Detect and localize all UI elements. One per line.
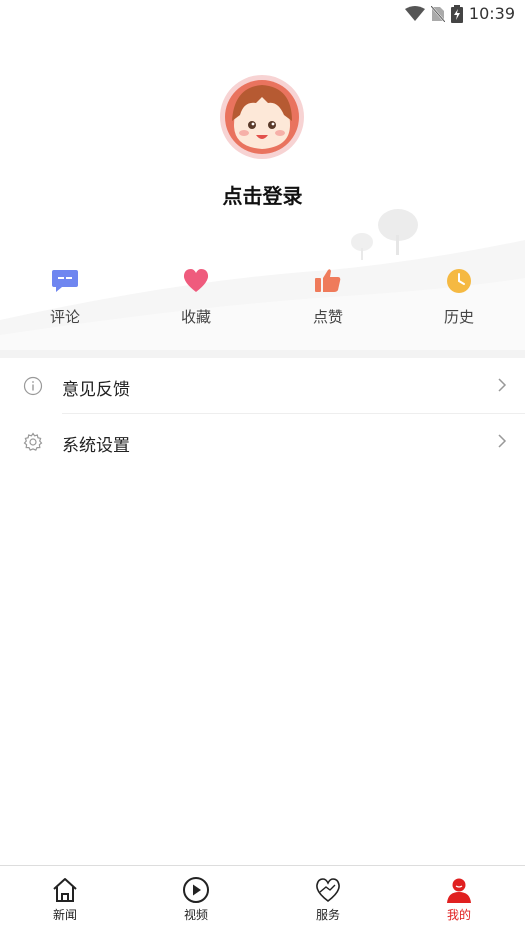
comment-icon xyxy=(50,266,80,296)
quick-action-likes[interactable]: 点赞 xyxy=(288,266,368,327)
heart-icon xyxy=(181,266,211,296)
home-icon xyxy=(51,876,79,904)
quick-action-comments[interactable]: 评论 xyxy=(25,266,105,327)
tab-news[interactable]: 新闻 xyxy=(25,876,105,923)
menu-item-label: 系统设置 xyxy=(62,436,130,456)
gear-icon xyxy=(23,432,43,452)
login-prompt[interactable]: 点击登录 xyxy=(0,180,525,209)
tab-label: 服务 xyxy=(315,908,340,922)
section-divider xyxy=(0,350,525,358)
tab-mine[interactable]: 我的 xyxy=(419,876,499,923)
thumbs-up-icon xyxy=(313,266,343,296)
quick-action-label: 收藏 xyxy=(180,308,211,326)
status-bar: 10:39 xyxy=(0,0,525,30)
quick-action-label: 评论 xyxy=(49,308,80,326)
status-time: 10:39 xyxy=(468,4,515,23)
play-icon xyxy=(182,876,210,904)
menu-item-feedback[interactable]: 意见反馈 xyxy=(0,358,525,414)
no-sim-icon xyxy=(430,5,445,22)
heart-hand-icon xyxy=(314,876,342,904)
tab-label: 视频 xyxy=(183,908,208,922)
clock-icon xyxy=(444,266,474,296)
menu-item-settings[interactable]: 系统设置 xyxy=(0,414,525,470)
profile-header: 点击登录 评论 收藏 点赞 历史 xyxy=(0,30,525,350)
quick-action-history[interactable]: 历史 xyxy=(419,266,499,327)
battery-charging-icon xyxy=(450,4,463,23)
quick-action-label: 历史 xyxy=(443,308,474,326)
info-icon xyxy=(23,376,43,396)
bottom-tab-bar: 新闻 视频 服务 我的 xyxy=(0,865,525,933)
tab-label: 新闻 xyxy=(52,908,77,922)
menu-item-label: 意见反馈 xyxy=(62,380,130,400)
tab-video[interactable]: 视频 xyxy=(156,876,236,923)
wifi-icon xyxy=(404,5,425,22)
status-icons: 10:39 xyxy=(404,4,515,23)
tab-label: 我的 xyxy=(446,908,471,922)
user-icon xyxy=(445,876,473,904)
quick-action-favorites[interactable]: 收藏 xyxy=(156,266,236,327)
tab-services[interactable]: 服务 xyxy=(288,876,368,923)
chevron-right-icon xyxy=(497,433,507,449)
chevron-right-icon xyxy=(497,377,507,393)
quick-action-label: 点赞 xyxy=(312,308,343,326)
quick-actions: 评论 收藏 点赞 历史 xyxy=(0,266,525,346)
avatar[interactable] xyxy=(220,75,304,159)
